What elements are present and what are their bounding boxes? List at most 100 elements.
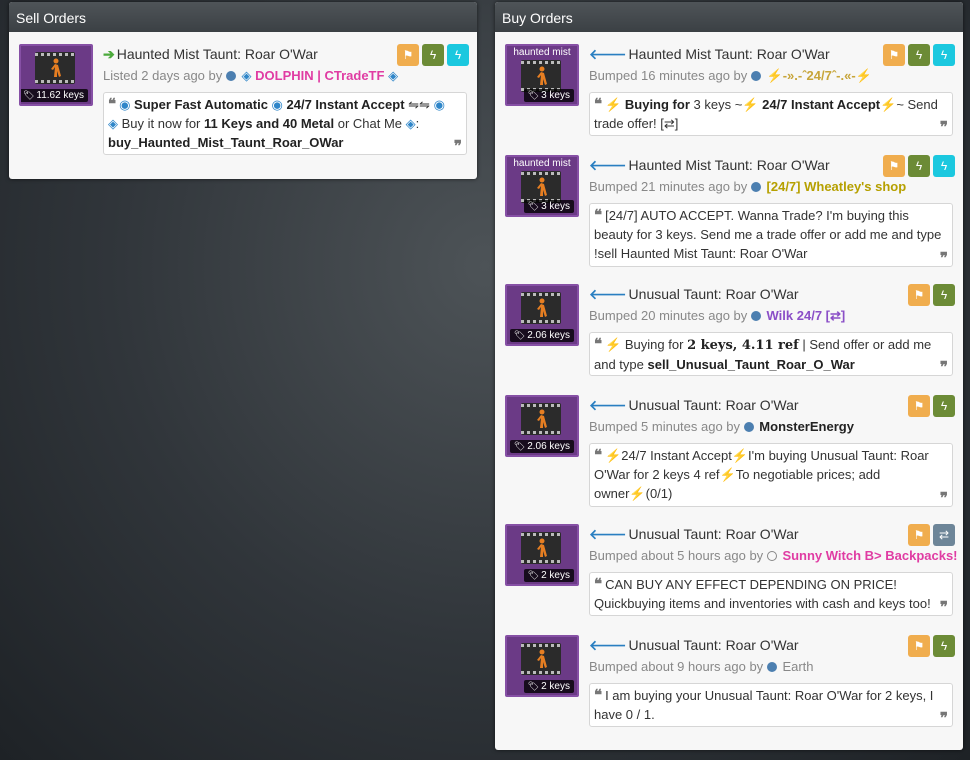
item-thumbnail[interactable]: 🏷 11.62 keys — [19, 44, 93, 106]
user-link[interactable]: Earth — [782, 659, 813, 674]
tag-icon: 🏷 — [513, 441, 526, 451]
item-thumbnail[interactable]: 🏷 2 keys — [505, 524, 579, 586]
action-buttons: ⚑ ϟ — [905, 395, 955, 417]
lightning-icon: ⚡ — [629, 486, 646, 501]
film-icon — [521, 403, 561, 435]
tag-icon: 🏷 — [22, 90, 35, 100]
item-thumbnail[interactable]: haunted mist 🏷 3 keys — [505, 44, 579, 106]
lightning-icon: ⚡ — [855, 68, 872, 83]
quote-close-icon: ❞ — [939, 118, 948, 136]
exchange-icon: ⇄ — [938, 528, 950, 542]
instant-trade-button[interactable]: ϟ — [933, 284, 955, 306]
user-link[interactable]: MonsterEnergy — [759, 419, 854, 434]
trade-offer-button[interactable]: ϟ — [447, 44, 469, 66]
listing-comment: ❝ ⚡24/7 Instant Accept⚡I'm buying Unusual… — [589, 443, 953, 507]
price-badge: 🏷 2 keys — [523, 680, 574, 693]
listing-meta: Bumped about 9 hours ago by Earth — [589, 659, 814, 674]
lightning-icon: ϟ — [940, 639, 948, 653]
listing-meta: Bumped 20 minutes ago by Wilk 24/7 [⇄] — [589, 308, 846, 323]
lightning-icon: ⚡ — [880, 97, 897, 112]
action-buttons: ⚑ ϟ — [905, 284, 955, 306]
flag-button[interactable]: ⚑ — [908, 524, 930, 546]
user-link[interactable]: Wilk 24/7 [⇄] — [767, 308, 846, 323]
instant-trade-button[interactable]: ϟ — [933, 395, 955, 417]
lightning-icon: ⚡ — [605, 337, 622, 352]
lightning-icon: ⚡ — [719, 467, 736, 482]
lightning-icon: ϟ — [915, 159, 923, 173]
flag-button[interactable]: ⚑ — [397, 44, 419, 66]
film-icon — [521, 643, 561, 675]
tag-icon: 🏷 — [527, 90, 540, 100]
item-thumbnail[interactable]: 🏷 2.06 keys — [505, 284, 579, 346]
listing-meta: Bumped 5 minutes ago by MonsterEnergy — [589, 419, 854, 434]
quote-open-icon: ❝ — [594, 95, 603, 113]
sell-orders-panel: Sell Orders 🏷 11.62 keys ➔ Haunted Mist Ta… — [9, 2, 477, 179]
flag-button[interactable]: ⚑ — [883, 44, 905, 66]
steam-icon — [225, 71, 236, 81]
trade-offer-button[interactable]: ϟ — [933, 44, 955, 66]
user-link[interactable]: [24/7] Wheatley's shop — [767, 179, 907, 194]
quote-open-icon: ❝ — [594, 335, 603, 353]
listing-title[interactable]: 🡐 Haunted Mist Taunt: Roar O'War — [589, 46, 830, 63]
price-badge: 🏷 2 keys — [523, 569, 574, 582]
steam-icon — [750, 71, 761, 81]
user-link[interactable]: DOLPHIN | CTradeTF — [255, 68, 384, 83]
tag-icon: 🏷 — [527, 570, 540, 580]
flag-button[interactable]: ⚑ — [883, 155, 905, 177]
gem-icon: ◉ — [271, 97, 283, 112]
user-link[interactable]: -».-ˆ24/7ˆ-.«- — [783, 68, 856, 83]
listing-comment: ❝ ◉ Super Fast Automatic ◉ 24/7 Instant A… — [103, 92, 467, 155]
listing-title[interactable]: 🡐 Haunted Mist Taunt: Roar O'War — [589, 157, 830, 174]
flag-icon: ⚑ — [913, 639, 925, 653]
listing-title[interactable]: 🡐 Unusual Taunt: Roar O'War — [589, 637, 799, 654]
buy-listing: 🏷 2.06 keys 🡐 Unusual Taunt: Roar O'War ⚑ ϟ… — [505, 395, 955, 515]
gem-icon: ◈ — [108, 116, 118, 131]
flag-button[interactable]: ⚑ — [908, 635, 930, 657]
price-badge: 🏷 11.62 keys — [21, 89, 88, 102]
exchange-button[interactable]: ⇄ — [933, 524, 955, 546]
instant-trade-button[interactable]: ϟ — [908, 44, 930, 66]
flag-icon: ⚑ — [402, 48, 414, 62]
action-buttons: ⚑ ϟ — [905, 635, 955, 657]
listing-meta: Listed 2 days ago by ◈ DOLPHIN | CTradeT… — [103, 68, 399, 83]
quote-close-icon: ❞ — [453, 137, 462, 155]
listing-meta: Bumped 16 minutes ago by ⚡-».-ˆ24/7ˆ-.«-… — [589, 68, 872, 83]
listing-title[interactable]: 🡐 Unusual Taunt: Roar O'War — [589, 526, 799, 543]
steam-icon — [750, 182, 761, 192]
quote-close-icon: ❞ — [939, 709, 948, 727]
trade-offer-button[interactable]: ϟ — [933, 155, 955, 177]
item-thumbnail[interactable]: haunted mist 🏷 3 keys — [505, 155, 579, 217]
instant-trade-button[interactable]: ϟ — [908, 155, 930, 177]
tag-icon: 🏷 — [513, 330, 526, 340]
item-thumbnail[interactable]: 🏷 2.06 keys — [505, 395, 579, 457]
gem-icon: ◈ — [388, 68, 399, 83]
user-link[interactable]: Sunny Witch B> Backpacks! — [782, 548, 957, 563]
flag-icon: ⚑ — [913, 399, 925, 413]
buy-orders-header: Buy Orders — [495, 2, 963, 32]
arrow-left-icon: 🡐 — [589, 46, 627, 62]
quote-close-icon: ❞ — [939, 358, 948, 376]
listing-meta: Bumped about 5 hours ago by Sunny Witch … — [589, 548, 958, 563]
instant-trade-button[interactable]: ϟ — [422, 44, 444, 66]
flag-button[interactable]: ⚑ — [908, 395, 930, 417]
flag-button[interactable]: ⚑ — [908, 284, 930, 306]
listing-comment: ❝ ⚡ Buying for 3 keys ~⚡ 24/7 Instant Acc… — [589, 92, 953, 136]
listing-title[interactable]: 🡐 Unusual Taunt: Roar O'War — [589, 397, 799, 414]
quote-open-icon: ❝ — [594, 446, 603, 464]
buy-listing: 🏷 2 keys 🡐 Unusual Taunt: Roar O'War ⚑ ϟ Bu… — [505, 635, 955, 735]
tag-icon: 🏷 — [527, 201, 540, 211]
listing-title[interactable]: ➔ Haunted Mist Taunt: Roar O'War — [103, 46, 318, 63]
listing-comment: ❝ ⚡ Buying for 2 keys, 4.11 ref | Send of… — [589, 332, 953, 376]
listing-meta: Bumped 21 minutes ago by [24/7] Wheatley… — [589, 179, 907, 194]
film-icon — [521, 532, 561, 564]
lightning-icon: ϟ — [940, 288, 948, 302]
price-badge: 🏷 2.06 keys — [509, 329, 574, 342]
lightning-icon: ϟ — [429, 48, 437, 62]
listing-title[interactable]: 🡐 Unusual Taunt: Roar O'War — [589, 286, 799, 303]
offline-status-icon — [766, 551, 777, 561]
item-thumbnail[interactable]: 🏷 2 keys — [505, 635, 579, 697]
action-buttons: ⚑ ⇄ — [905, 524, 955, 546]
instant-trade-button[interactable]: ϟ — [933, 635, 955, 657]
lightning-icon: ⚡ — [605, 448, 622, 463]
arrow-left-icon: 🡐 — [589, 637, 627, 653]
